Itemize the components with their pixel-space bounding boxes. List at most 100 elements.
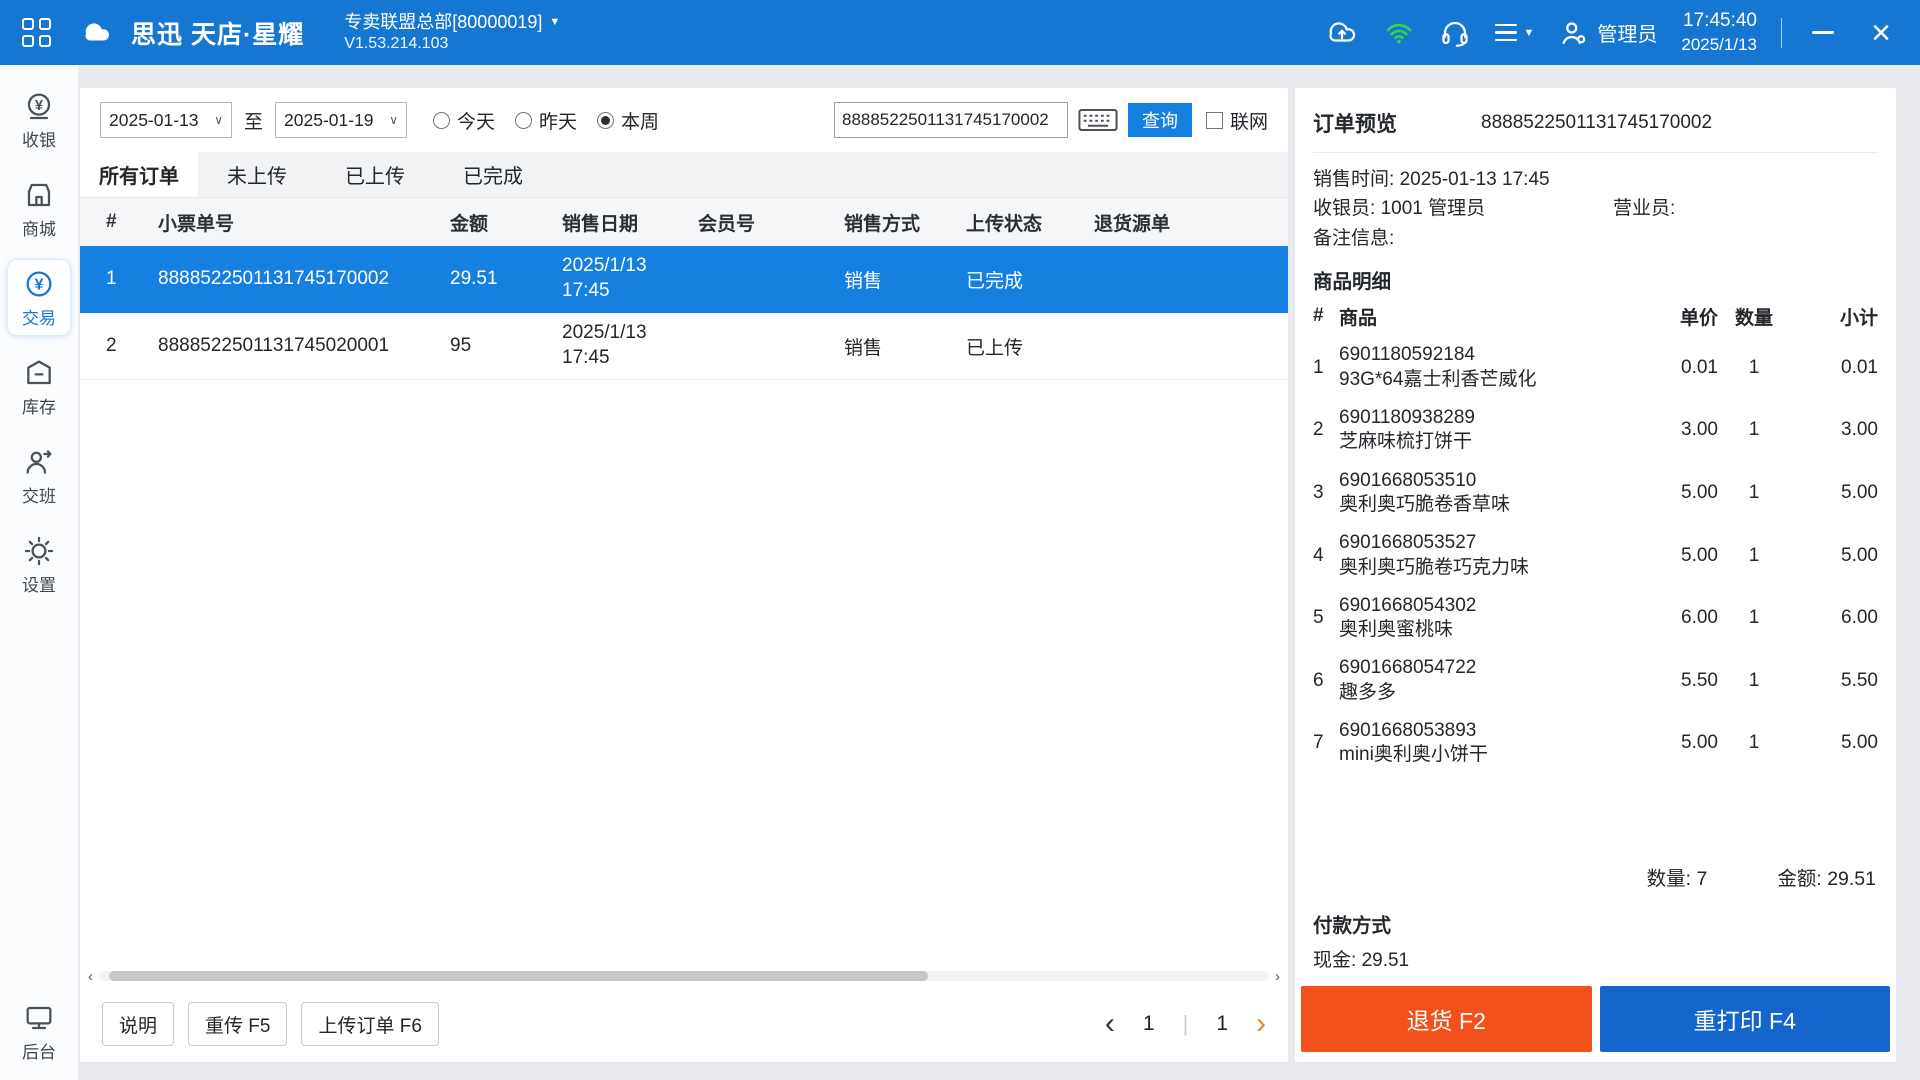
checkbox-icon — [1205, 111, 1223, 129]
help-button[interactable]: 说明 — [102, 1002, 175, 1046]
sidebar-item-transactions[interactable]: ¥ 交易 — [7, 259, 71, 336]
item-price: 5.00 — [1681, 732, 1718, 754]
apps-grid-icon[interactable] — [22, 18, 51, 47]
col-header: 数量 — [1734, 307, 1773, 329]
item-row: 7 6901668053893 mini奥利奥小饼干 5.00 1 5.00 — [1313, 712, 1878, 775]
menu-list-icon[interactable]: ▼ — [1495, 23, 1534, 42]
item-product: 6901180938289 芝麻味梳打饼干 — [1339, 406, 1626, 455]
item-name-text: 芝麻味梳打饼干 — [1339, 431, 1473, 453]
col-header: 销售日期 — [562, 213, 639, 235]
refund-button[interactable]: 退货 F2 — [1301, 986, 1592, 1052]
preview-title: 订单预览 — [1313, 113, 1397, 136]
sidebar-item-label: 后台 — [22, 1043, 56, 1062]
page-next-icon[interactable]: › — [1256, 1009, 1266, 1039]
sidebar-item-label: 设置 — [22, 576, 56, 595]
sidebar-item-label: 收银 — [22, 131, 56, 150]
total-qty-value: 7 — [1696, 868, 1708, 890]
scroll-left-icon[interactable]: ‹ — [88, 969, 93, 984]
sidebar-item-cashier[interactable]: ¥ 收银 — [7, 81, 71, 158]
cloud-sync-icon[interactable] — [1325, 18, 1359, 48]
item-num: 6 — [1313, 669, 1324, 691]
online-checkbox[interactable]: 联网 — [1205, 107, 1268, 134]
headset-icon[interactable] — [1439, 18, 1471, 48]
clock-date: 2025/1/13 — [1681, 34, 1757, 54]
order-row[interactable]: 1 8888522501131745170002 29.51 2025/1/13… — [80, 246, 1288, 313]
tab-not-uploaded[interactable]: 未上传 — [198, 152, 316, 197]
tab-uploaded[interactable]: 已上传 — [316, 152, 434, 197]
item-product: 6901668053510 奥利奥巧脆卷香草味 — [1339, 469, 1626, 518]
date-to-select[interactable]: 2025-01-19 ∨ — [275, 102, 408, 138]
topbar-divider — [1781, 17, 1782, 48]
sidebar-item-label: 商城 — [22, 220, 56, 239]
date-to-value: 2025-01-19 — [284, 109, 374, 130]
query-button[interactable]: 查询 — [1127, 103, 1192, 137]
close-button[interactable]: × — [1864, 16, 1898, 50]
sidebar-item-mall[interactable]: 商城 — [7, 170, 71, 247]
receipt-search-input[interactable] — [833, 102, 1068, 138]
topbar: 思迅 天店·星耀 专卖联盟总部[80000019] ▼ V1.53.214.10… — [0, 0, 1920, 65]
sale-time-line: 销售时间: 2025-01-13 17:45 — [1313, 165, 1878, 194]
chevron-down-icon: ∨ — [389, 113, 399, 127]
item-product: 6901180592184 93G*64嘉士利香芒威化 — [1339, 343, 1626, 392]
sale-time-value: 2025-01-13 17:45 — [1399, 169, 1550, 190]
item-row: 1 6901180592184 93G*64嘉士利香芒威化 0.01 1 0.01 — [1313, 336, 1878, 399]
col-header: 小计 — [1839, 307, 1878, 329]
date-from-value: 2025-01-13 — [109, 109, 199, 130]
scrollbar-thumb[interactable] — [109, 971, 928, 981]
item-name-text: 奥利奥蜜桃味 — [1339, 619, 1454, 641]
reupload-button[interactable]: 重传 F5 — [188, 1002, 288, 1046]
store-selector[interactable]: 专卖联盟总部[80000019] ▼ — [344, 11, 560, 34]
sidebar-item-backend[interactable]: 后台 — [7, 993, 71, 1070]
radio-this-week[interactable]: 本周 — [597, 107, 659, 134]
sidebar-item-inventory[interactable]: 库存 — [7, 348, 71, 425]
item-num: 3 — [1313, 481, 1324, 503]
list-lines-icon — [1495, 23, 1518, 42]
tab-all-orders[interactable]: 所有订单 — [80, 152, 198, 197]
order-amount: 95 — [450, 335, 472, 356]
keyboard-icon[interactable] — [1078, 105, 1118, 135]
item-num: 1 — [1313, 356, 1324, 378]
date-from-select[interactable]: 2025-01-13 ∨ — [100, 102, 232, 138]
inventory-box-icon — [27, 360, 51, 385]
total-qty-label: 数量: — [1646, 868, 1697, 890]
sidebar-item-label: 交易 — [22, 309, 56, 328]
user-menu[interactable]: 管理员 — [1558, 18, 1657, 48]
radio-circle-icon — [597, 111, 615, 129]
backend-monitor-icon — [26, 1006, 52, 1030]
minimize-button[interactable] — [1806, 16, 1840, 50]
wifi-icon[interactable] — [1383, 19, 1415, 47]
upload-orders-button[interactable]: 上传订单 F6 — [301, 1002, 439, 1046]
horizontal-scrollbar: ‹ › — [80, 968, 1288, 984]
item-row: 6 6901668054722 趣多多 5.50 1 5.50 — [1313, 649, 1878, 712]
item-table-header: # 商品 单价 数量 小计 — [1313, 296, 1878, 336]
radio-yesterday[interactable]: 昨天 — [515, 107, 577, 134]
col-header: 会员号 — [698, 213, 756, 235]
page-prev-icon[interactable]: ‹ — [1105, 1009, 1115, 1039]
order-row[interactable]: 2 8888522501131745020001 95 2025/1/13 17… — [80, 313, 1288, 380]
tab-completed[interactable]: 已完成 — [434, 152, 552, 197]
item-qty: 1 — [1748, 356, 1760, 378]
item-subtotal: 5.00 — [1841, 481, 1878, 503]
item-qty: 1 — [1748, 481, 1760, 503]
filter-bar: 2025-01-13 ∨ 至 2025-01-19 ∨ 今天 昨天 本周 查询 … — [80, 88, 1288, 152]
svg-text:¥: ¥ — [35, 277, 44, 294]
checkbox-label: 联网 — [1229, 111, 1268, 133]
sidebar-item-settings[interactable]: 设置 — [7, 526, 71, 603]
item-num: 7 — [1313, 732, 1324, 754]
sidebar: ¥ 收银 商城 ¥ 交易 库存 交班 设置 后台 — [0, 65, 78, 1080]
item-code: 6901668053510 — [1339, 469, 1477, 491]
preview-actions: 退货 F2 重打印 F4 — [1301, 986, 1890, 1052]
user-name: 管理员 — [1597, 24, 1658, 46]
sidebar-item-shift[interactable]: 交班 — [7, 437, 71, 514]
item-name-text: 奥利奥巧脆卷香草味 — [1339, 493, 1511, 515]
reprint-button[interactable]: 重打印 F4 — [1599, 986, 1890, 1052]
date-range-separator: 至 — [244, 111, 264, 133]
radio-today[interactable]: 今天 — [433, 107, 495, 134]
cashier-coin-icon: ¥ — [27, 93, 51, 120]
scrollbar-track[interactable] — [99, 971, 1269, 981]
svg-text:¥: ¥ — [35, 98, 44, 114]
clock: 17:45:40 2025/1/13 — [1681, 9, 1757, 56]
total-amount-value: 29.51 — [1827, 868, 1876, 890]
radio-label: 今天 — [457, 111, 496, 133]
scroll-right-icon[interactable]: › — [1275, 969, 1280, 984]
